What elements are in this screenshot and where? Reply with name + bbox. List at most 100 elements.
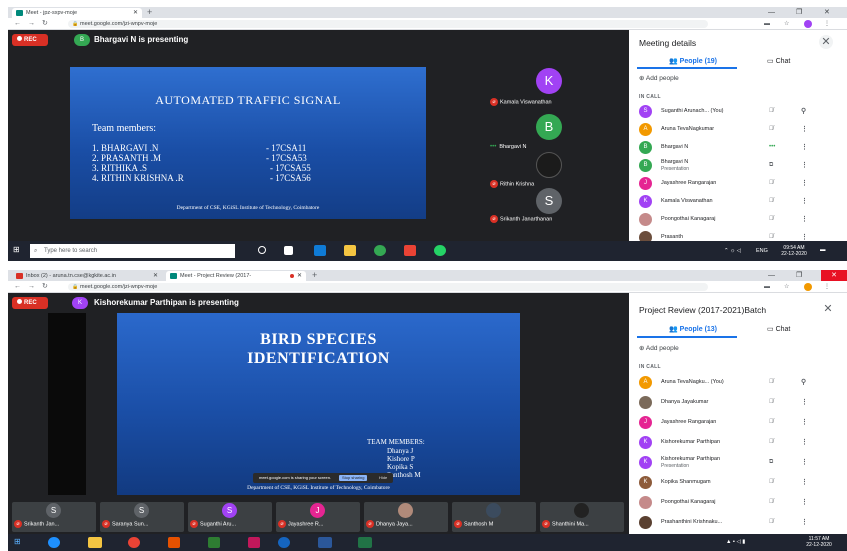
maximize-icon[interactable]: ❐ <box>796 270 802 281</box>
participant-row[interactable]: J Jayashree Rangarajan 🎙̸ ⋮ <box>629 415 847 435</box>
new-tab-icon[interactable]: + <box>147 7 152 18</box>
browser-tab-meet[interactable]: Meet - jpz-sxpv-moje ✕ <box>12 8 142 18</box>
more-options-icon[interactable]: ⋮ <box>801 179 808 187</box>
mic-off-icon[interactable]: 🎙̸ <box>769 499 774 505</box>
more-options-icon[interactable]: ⋮ <box>801 197 808 205</box>
tab-people[interactable]: 👥 People (19) <box>669 57 717 65</box>
participant-row[interactable]: J Jayashree Rangarajan 🎙̸ ⋮ <box>629 176 847 194</box>
mic-off-icon[interactable]: 🎙̸ <box>769 216 774 222</box>
powerpoint-icon[interactable] <box>168 537 180 548</box>
participant-tile[interactable]: ⌀ Santhosh M <box>452 502 536 532</box>
mic-off-icon[interactable]: 🎙̸ <box>769 479 774 485</box>
stop-sharing-button[interactable]: Stop sharing <box>339 475 368 481</box>
add-people-button[interactable]: ⊕ Add people <box>639 344 679 352</box>
mic-off-icon[interactable]: 🎙̸ <box>769 439 774 445</box>
forward-icon[interactable]: → <box>28 18 35 30</box>
close-window-icon[interactable]: ✕ <box>824 7 830 18</box>
edge-icon[interactable] <box>278 537 290 548</box>
more-options-icon[interactable]: ⋮ <box>801 418 808 426</box>
minimize-icon[interactable]: — <box>768 270 775 281</box>
more-options-icon[interactable]: ⋮ <box>801 478 808 486</box>
close-tab-icon[interactable]: ✕ <box>153 271 158 281</box>
mic-off-icon[interactable]: 🎙̸ <box>769 399 774 405</box>
more-options-icon[interactable]: ⋮ <box>801 518 808 526</box>
file-explorer-icon[interactable] <box>88 537 102 548</box>
more-options-icon[interactable]: ⋮ <box>801 458 808 466</box>
mic-off-icon[interactable]: 🎙̸ <box>769 108 774 114</box>
close-panel-icon[interactable]: ✕ <box>819 35 833 49</box>
menu-dots-icon[interactable]: ⋮ <box>824 20 830 28</box>
mic-off-icon[interactable]: 🎙̸ <box>769 198 774 204</box>
participant-row[interactable]: Prashanthini Krishnaku... 🎙̸ ⋮ <box>629 515 847 535</box>
camera-icon[interactable]: ▬ <box>764 20 770 28</box>
hide-button[interactable]: Hide <box>377 475 389 481</box>
participant-row[interactable]: Poongothai Kanagaraj 🎙̸ ⋮ <box>629 212 847 230</box>
mic-off-icon[interactable]: 🎙̸ <box>769 519 774 525</box>
tab-people[interactable]: 👥 People (13) <box>669 325 717 333</box>
tab-chat[interactable]: ▭ Chat <box>767 57 790 65</box>
participant-row[interactable]: K Kamala Viswanathan 🎙̸ ⋮ <box>629 194 847 212</box>
more-options-icon[interactable]: ⋮ <box>801 438 808 446</box>
participant-tile[interactable]: ⌀ Rithin Krishna <box>486 152 626 192</box>
participant-row[interactable]: A Aruna TevaNagku... (You) 🎙̸ ⚲ <box>629 375 847 395</box>
reload-icon[interactable]: ↻ <box>42 281 48 293</box>
language-label[interactable]: ENG <box>756 248 768 254</box>
speaking-icon[interactable]: ••• <box>769 144 775 150</box>
participant-tile[interactable]: S ⌀ Srikanth Janarthanan <box>486 188 626 228</box>
mic-off-icon[interactable]: 🎙̸ <box>769 379 774 385</box>
more-options-icon[interactable]: ⋮ <box>801 161 808 169</box>
participant-tile[interactable]: K ⌀ Kamala Viswanathan <box>486 68 626 108</box>
chrome-icon[interactable] <box>128 537 140 548</box>
participant-row[interactable]: K Kishorekumar Parthipan 🎙̸ ⋮ <box>629 435 847 455</box>
profile-avatar[interactable] <box>804 283 812 291</box>
participant-tile[interactable]: B ••• Bhargavi N <box>486 114 626 154</box>
more-options-icon[interactable]: ⋮ <box>801 233 808 241</box>
browser-tab-meet[interactable]: Meet - Project Review (2017- ✕ <box>166 271 306 281</box>
taskbar-search-input[interactable]: ⌕ Type here to search <box>30 244 235 258</box>
more-options-icon[interactable]: ⋮ <box>801 215 808 223</box>
excel-icon[interactable] <box>358 537 372 548</box>
menu-dots-icon[interactable]: ⋮ <box>824 283 830 291</box>
close-panel-icon[interactable]: ✕ <box>821 302 835 316</box>
participant-tile[interactable]: ⌀ Dhanya Jaya... <box>364 502 448 532</box>
browser-tab-inbox[interactable]: Inbox (2) - aruna.tn.cse@kgkite.ac.in ✕ <box>12 271 162 281</box>
participant-row[interactable]: Poongothai Kanagaraj 🎙̸ ⋮ <box>629 495 847 515</box>
maximize-icon[interactable]: ❐ <box>796 7 802 18</box>
mic-off-icon[interactable]: 🎙̸ <box>769 234 774 240</box>
presentation-icon[interactable]: ⧉ <box>769 162 773 169</box>
url-field[interactable]: 🔒 meet.google.com/jzi-wnpv-moje <box>68 20 708 28</box>
tab-chat[interactable]: ▭ Chat <box>767 325 790 333</box>
mic-off-icon[interactable]: 🎙̸ <box>769 419 774 425</box>
participant-tile[interactable]: S ⌀ Suganthi Aru... <box>188 502 272 532</box>
notification-icon[interactable]: ▬ <box>820 247 826 253</box>
file-explorer-icon[interactable] <box>344 245 356 256</box>
participant-tile[interactable]: ⌀ Shanthini Ma... <box>540 502 624 532</box>
more-options-icon[interactable]: ⋮ <box>801 143 808 151</box>
bookmark-star-icon[interactable]: ☆ <box>784 20 789 28</box>
paint-icon[interactable] <box>248 537 260 548</box>
participant-row[interactable]: S Suganthi Arunach... (You) 🎙̸ ⚲ <box>629 104 847 122</box>
forward-icon[interactable]: → <box>28 281 35 293</box>
pin-icon[interactable]: ⚲ <box>801 378 806 386</box>
bookmark-star-icon[interactable]: ☆ <box>784 283 789 291</box>
app-icon[interactable] <box>404 245 416 256</box>
app-icon[interactable] <box>208 537 220 548</box>
participant-row[interactable]: A Aruna TevaNagkumar 🎙̸ ⋮ <box>629 122 847 140</box>
close-window-button[interactable]: ✕ <box>821 270 847 281</box>
participant-row[interactable]: Dhanya Jayakumar 🎙̸ ⋮ <box>629 395 847 415</box>
participant-tile[interactable]: S ⌀ Saranya Sun... <box>100 502 184 532</box>
url-field[interactable]: 🔒 meet.google.com/jzi-wnpv-moje <box>68 283 708 291</box>
add-people-button[interactable]: ⊕ Add people <box>639 74 679 82</box>
back-icon[interactable]: ← <box>14 281 21 293</box>
edge-icon[interactable] <box>314 245 326 256</box>
pin-icon[interactable]: ⚲ <box>801 107 806 115</box>
mic-off-icon[interactable]: 🎙̸ <box>769 126 774 132</box>
task-view-icon[interactable] <box>284 246 293 255</box>
participant-tile[interactable]: J ⌀ Jayashree R... <box>276 502 360 532</box>
close-tab-icon[interactable]: ✕ <box>133 8 138 18</box>
chrome-icon[interactable] <box>374 245 386 256</box>
camera-icon[interactable]: ▬ <box>764 283 770 291</box>
more-options-icon[interactable]: ⋮ <box>801 398 808 406</box>
whatsapp-icon[interactable] <box>434 245 446 256</box>
windows-start-icon[interactable]: ⊞ <box>13 245 20 254</box>
